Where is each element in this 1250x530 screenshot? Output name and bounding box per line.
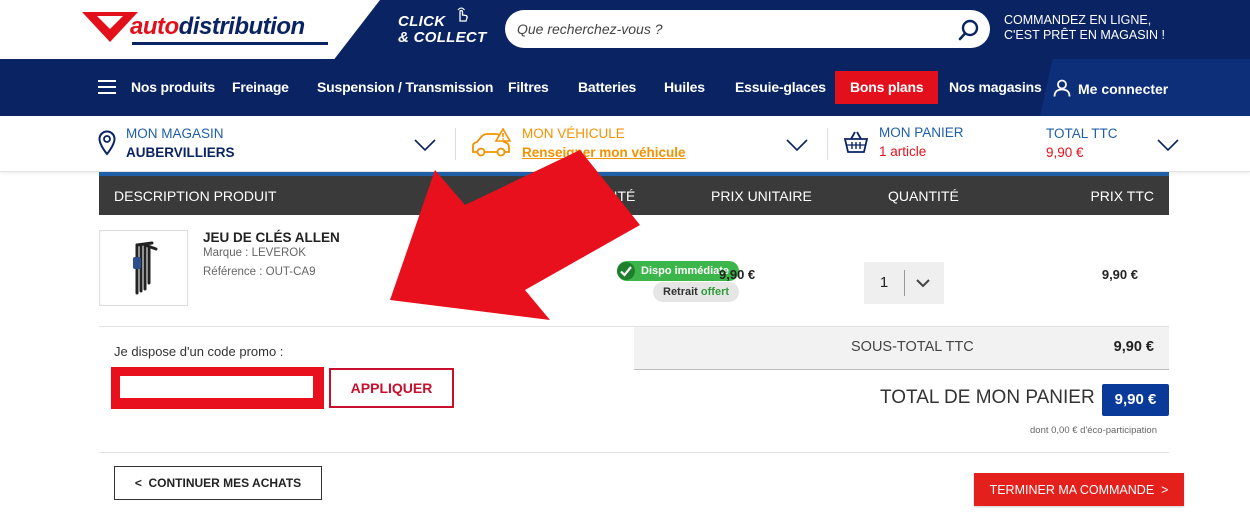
product-thumbnail[interactable] — [99, 230, 188, 306]
subtotal-label: SOUS-TOTAL TTC — [851, 339, 974, 355]
divider — [455, 128, 456, 160]
nav-suspension-transmission[interactable]: Suspension / Transmission — [317, 59, 493, 116]
main-nav: Nos produits Freinage Suspension / Trans… — [0, 59, 1250, 116]
logo-text-distribution: distribution — [178, 13, 305, 40]
search-bar — [505, 10, 990, 48]
chevron-right-icon: > — [1161, 482, 1169, 497]
subtotal-value: 9,90 € — [1113, 339, 1154, 355]
login-button[interactable]: Me connecter — [1040, 59, 1250, 116]
cart-table-header: DESCRIPTION PRODUIT DISPONIBILITÉ PRIX U… — [99, 172, 1169, 215]
top-promo-text: COMMANDEZ EN LIGNE, C'EST PRÊT EN MAGASI… — [1004, 13, 1165, 43]
pickup-label: Retrait — [663, 286, 698, 298]
nav-filtres[interactable]: Filtres — [508, 59, 549, 116]
hand-tap-icon — [455, 6, 469, 26]
autodistribution-logo[interactable]: autodistribution — [82, 10, 332, 50]
apply-promo-button[interactable]: APPLIQUER — [329, 368, 454, 408]
divider — [827, 128, 828, 160]
nav-nos-produits[interactable]: Nos produits — [131, 59, 215, 116]
logo-text: autodistribution — [130, 13, 305, 41]
divider — [99, 452, 1169, 453]
promo-code-input[interactable] — [120, 376, 313, 398]
check-icon — [617, 262, 635, 280]
cart-label: MON PANIER — [879, 125, 964, 140]
quantity-value: 1 — [879, 274, 889, 291]
cart-chevron-down-icon[interactable] — [1157, 138, 1179, 152]
quantity-selector[interactable]: 1 — [864, 262, 944, 304]
continue-shopping-label: CONTINUER MES ACHATS — [148, 476, 302, 490]
product-brand: Marque : LEVEROK — [203, 247, 306, 259]
cart-count: 1 article — [879, 144, 927, 159]
finish-order-label: TERMINER MA COMMANDE — [989, 482, 1155, 497]
nav-huiles[interactable]: Huiles — [664, 59, 705, 116]
click-collect-line2: & COLLECT — [398, 29, 487, 46]
continue-shopping-button[interactable]: < CONTINUER MES ACHATS — [114, 466, 322, 500]
login-label: Me connecter — [1078, 81, 1169, 97]
cart-total-label: TOTAL DE MON PANIER — [880, 387, 1095, 408]
header-unit-price: PRIX UNITAIRE — [711, 188, 812, 204]
chevron-left-icon: < — [134, 476, 142, 490]
logo-text-auto: auto — [130, 13, 179, 40]
header-description: DESCRIPTION PRODUIT — [114, 188, 277, 204]
nav-essuie-glaces[interactable]: Essuie-glaces — [735, 59, 826, 116]
vehicle-link[interactable]: Renseigner mon véhicule — [522, 145, 686, 160]
vehicle-chevron-down-icon[interactable] — [786, 138, 808, 152]
user-icon — [1053, 79, 1071, 102]
store-chevron-down-icon[interactable] — [414, 138, 436, 152]
header-quantity: QUANTITÉ — [888, 188, 959, 204]
nav-batteries[interactable]: Batteries — [578, 59, 636, 116]
cart-total-value: 9,90 € — [1102, 384, 1169, 416]
product-reference: Référence : OUT-CA9 — [203, 266, 316, 278]
pickup-badge: Retrait offert — [653, 282, 740, 302]
promo-code-label: Je dispose d'un code promo : — [114, 344, 284, 359]
search-icon[interactable] — [957, 18, 981, 42]
top-header: autodistribution CLICK & COLLECT COMMAND… — [0, 0, 1250, 59]
row-total-price: 9,90 € — [1101, 267, 1138, 282]
basket-icon — [843, 130, 869, 159]
subtotal-row: SOUS-TOTAL TTC 9,90 € — [634, 327, 1169, 370]
location-pin-icon — [98, 130, 116, 161]
total-ttc-label: TOTAL TTC — [1046, 126, 1118, 141]
click-collect-line1: CLICK — [398, 13, 446, 30]
store-label: MON MAGASIN — [126, 126, 224, 141]
nav-bons-plans[interactable]: Bons plans — [835, 71, 939, 104]
unit-price: 9,90 € — [719, 267, 756, 282]
header-availability: DISPONIBILITÉ — [535, 188, 636, 204]
eco-participation-note: dont 0,00 € d'éco-participation — [1030, 425, 1157, 436]
click-collect-logo[interactable]: CLICK & COLLECT — [398, 7, 487, 46]
logo-underline — [132, 42, 328, 45]
finish-order-button[interactable]: TERMINER MA COMMANDE > — [974, 473, 1184, 506]
header-price: PRIX TTC — [1090, 188, 1154, 204]
top-promo-line2: C'EST PRÊT EN MAGASIN ! — [1004, 28, 1165, 42]
pickup-free-label: offert — [700, 286, 730, 298]
table-row: JEU DE CLÉS ALLEN Marque : LEVEROK Référ… — [99, 215, 1169, 327]
divider — [904, 270, 905, 296]
car-warning-icon — [470, 127, 512, 165]
product-name[interactable]: JEU DE CLÉS ALLEN — [203, 230, 340, 245]
nav-nos-magasins[interactable]: Nos magasins — [949, 59, 1042, 116]
menu-icon[interactable] — [98, 80, 116, 94]
promo-input-highlight — [111, 367, 324, 409]
vehicle-label: MON VÉHICULE — [522, 126, 625, 141]
store-value[interactable]: AUBERVILLIERS — [126, 145, 235, 160]
nav-freinage[interactable]: Freinage — [232, 59, 289, 116]
top-promo-line1: COMMANDEZ EN LIGNE, — [1004, 13, 1152, 27]
info-bar: MON MAGASIN AUBERVILLIERS MON VÉHICULE R… — [0, 116, 1250, 172]
chevron-down-icon[interactable] — [915, 276, 931, 294]
search-input[interactable] — [517, 18, 937, 40]
total-ttc-value: 9,90 € — [1046, 145, 1084, 160]
